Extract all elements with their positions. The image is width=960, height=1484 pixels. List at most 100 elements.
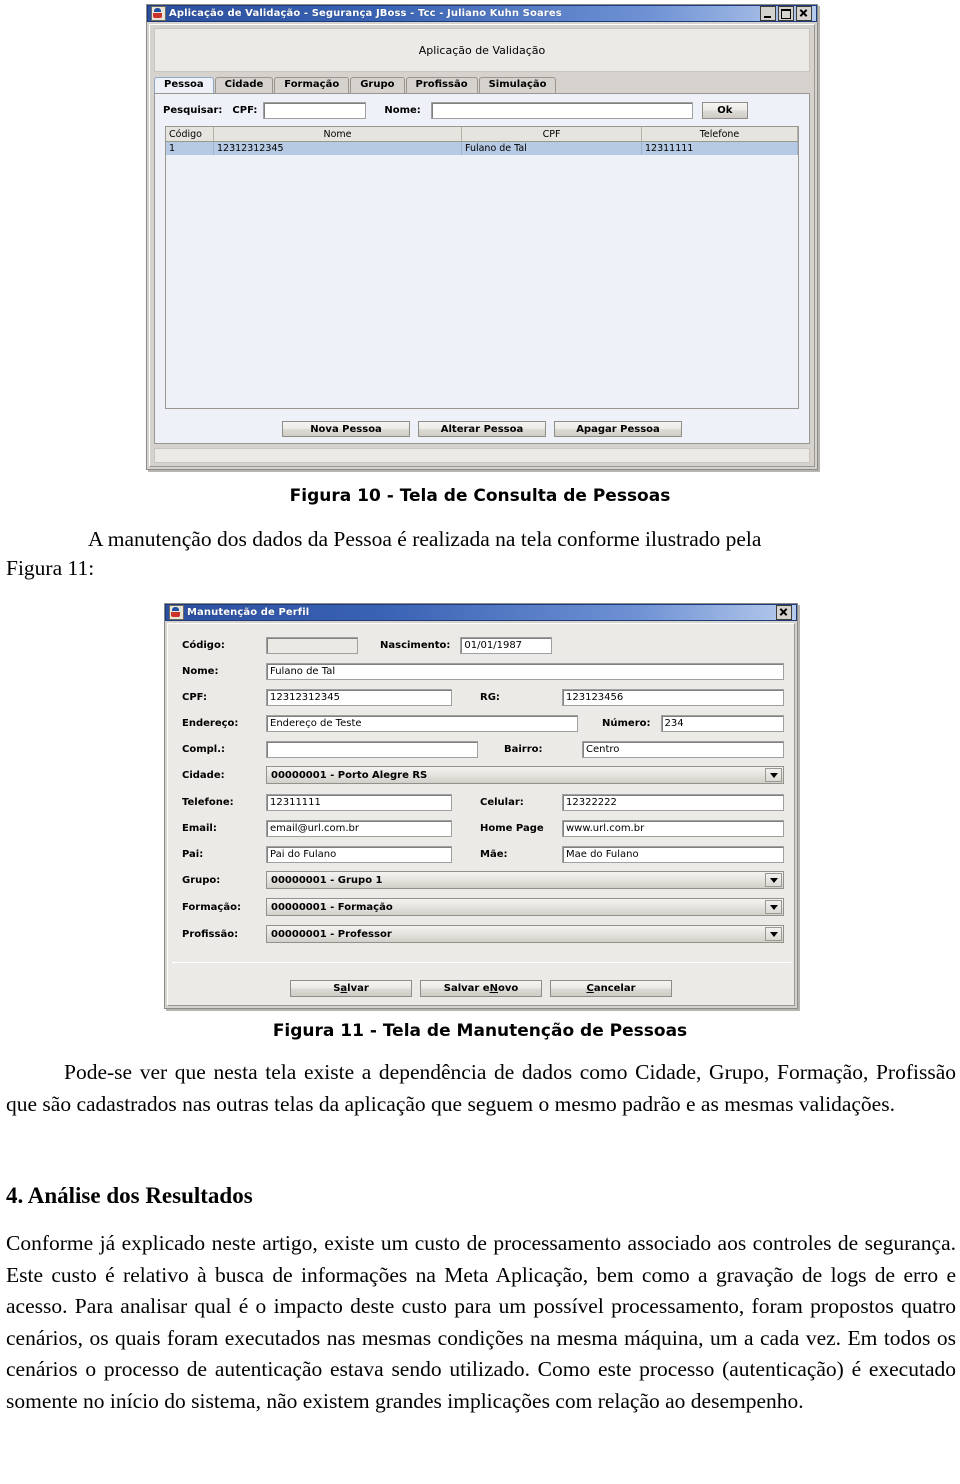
column-header-nome[interactable]: Nome [214,127,462,141]
pesquisar-label: Pesquisar: [163,104,223,116]
profissao-select[interactable]: 00000001 - Professor [266,925,784,943]
cancelar-button[interactable]: Cancelar [550,980,672,997]
rg-label: RG: [480,691,500,703]
salvar-prefix: S [333,983,341,994]
search-cpf-input[interactable] [263,101,367,119]
column-header-telefone[interactable]: Telefone [642,127,798,141]
table-header-row: Código Nome CPF Telefone [166,127,798,142]
search-row: Pesquisar: CPF: Nome: Ok [155,100,809,120]
row-cidade: Cidade: 00000001 - Porto Alegre RS [182,766,784,784]
pai-input[interactable]: Pai do Fulano [266,845,452,863]
tab-profissao[interactable]: Profissão [405,77,478,93]
chevron-down-icon[interactable] [765,873,782,887]
row-email-homepage: Email: email@url.com.br Home Page www.ur… [182,819,784,837]
pessoa-action-buttons: Nova Pessoa Alterar Pessoa Apagar Pessoa [155,421,809,437]
figura-11-side-note: Figura 11: [6,556,95,580]
tab-formacao[interactable]: Formação [274,77,350,93]
nascimento-input[interactable]: 01/01/1987 [460,636,553,654]
codigo-label: Código: [182,639,225,651]
formacao-select[interactable]: 00000001 - Formação [266,898,784,916]
consulta-pessoas-window: Aplicação de Validação - Segurança JBoss… [146,4,818,470]
telefone-label: Telefone: [182,796,234,808]
tab-cidade[interactable]: Cidade [214,77,274,93]
cidade-label: Cidade: [182,769,225,781]
tab-simulacao[interactable]: Simulação [478,77,557,93]
dialog-separator [170,962,792,963]
table-row[interactable]: 1 12312312345 Fulano de Tal 12311111 [166,142,798,155]
search-ok-button[interactable]: Ok [701,101,748,119]
cpf-input[interactable]: 12312312345 [266,688,452,706]
app-header-title: Aplicação de Validação [418,43,546,57]
maximize-icon[interactable] [778,6,794,21]
figure-10-caption: Figura 10 - Tela de Consulta de Pessoas [289,486,671,506]
compl-label: Compl.: [182,743,226,755]
chevron-down-icon[interactable] [765,900,782,914]
cell-telefone: 12311111 [642,142,798,155]
column-header-codigo[interactable]: Código [166,127,214,141]
close-icon[interactable] [776,605,792,620]
celular-input[interactable]: 12322222 [562,793,784,811]
section-heading-4: 4. Análise dos Resultados [6,1183,253,1208]
formacao-label: Formação: [182,901,241,913]
grupo-selected-value: 00000001 - Grupo 1 [271,874,383,886]
compl-input[interactable] [266,740,478,758]
profissao-label: Profissão: [182,928,239,940]
bairro-input[interactable]: Centro [582,740,784,758]
window-titlebar: Aplicação de Validação - Segurança JBoss… [147,5,817,22]
nova-pessoa-button[interactable]: Nova Pessoa [282,421,410,437]
salvar-button[interactable]: Sa lvar [290,980,412,997]
dialog-content: Código: Nascimento: 01/01/1987 Nome: Ful… [167,623,795,1006]
numero-label: Número: [602,717,651,729]
tab-strip: Pessoa Cidade Formação Grupo Profissão S… [154,77,810,94]
homepage-input[interactable]: www.url.com.br [562,819,784,837]
paragraph-2: Pode-se ver que nesta tela existe a depe… [6,1060,956,1116]
celular-label: Celular: [480,796,524,808]
row-profissao: Profissão: 00000001 - Professor [182,925,784,943]
paragraph-1: A manutenção dos dados da Pessoa é reali… [88,527,762,551]
salvar-novo-mnemonic: N [489,983,498,994]
cidade-select[interactable]: 00000001 - Porto Alegre RS [266,766,784,784]
mae-input[interactable]: Mae do Fulano [562,845,784,863]
column-header-cpf[interactable]: CPF [462,127,642,141]
formacao-selected-value: 00000001 - Formação [271,901,393,913]
alterar-pessoa-button[interactable]: Alterar Pessoa [418,421,546,437]
search-nome-input[interactable] [430,101,693,119]
rg-input[interactable]: 123123456 [562,688,784,706]
cell-cpf: Fulano de Tal [462,142,642,155]
dialog-title: Manutenção de Perfil [187,607,310,618]
minimize-icon[interactable] [760,6,776,21]
cpf-label: CPF: [232,104,258,116]
email-input[interactable]: email@url.com.br [266,819,452,837]
java-coffee-cup-icon [151,6,166,21]
nome-label: Nome: [384,104,421,116]
row-telefone-celular: Telefone: 12311111 Celular: 12322222 [182,793,784,811]
salvar-mnemonic: a [340,983,348,994]
row-cpf-rg: CPF: 12312312345 RG: 123123456 [182,688,784,706]
codigo-input[interactable] [266,636,358,654]
chevron-down-icon[interactable] [765,768,782,782]
tab-pessoa[interactable]: Pessoa [154,77,214,93]
nome-input[interactable]: Fulano de Tal [266,662,784,680]
bairro-label: Bairro: [504,743,543,755]
java-coffee-cup-icon [169,605,184,620]
salvar-suffix: lvar [347,983,369,994]
row-pai-mae: Pai: Pai do Fulano Mãe: Mae do Fulano [182,845,784,863]
salvar-novo-prefix: Salvar e [443,983,490,994]
endereco-input[interactable]: Endereço de Teste [266,714,578,732]
dialog-controls [776,605,794,620]
grupo-select[interactable]: 00000001 - Grupo 1 [266,871,784,889]
email-label: Email: [182,822,217,834]
numero-input[interactable]: 234 [660,714,784,732]
close-icon[interactable] [796,6,812,21]
chevron-down-icon[interactable] [765,927,782,941]
pai-label: Pai: [182,848,204,860]
telefone-input[interactable]: 12311111 [266,793,452,811]
row-formacao: Formação: 00000001 - Formação [182,898,784,916]
apagar-pessoa-button[interactable]: Apagar Pessoa [554,421,682,437]
paragraph-3: Conforme já explicado neste artigo, exis… [6,1231,956,1413]
cancelar-mnemonic: C [586,983,594,994]
nome-label: Nome: [182,665,219,677]
tab-grupo[interactable]: Grupo [350,77,405,93]
salvar-e-novo-button[interactable]: Salvar e Novo [420,980,542,997]
row-compl-bairro: Compl.: Bairro: Centro [182,740,784,758]
